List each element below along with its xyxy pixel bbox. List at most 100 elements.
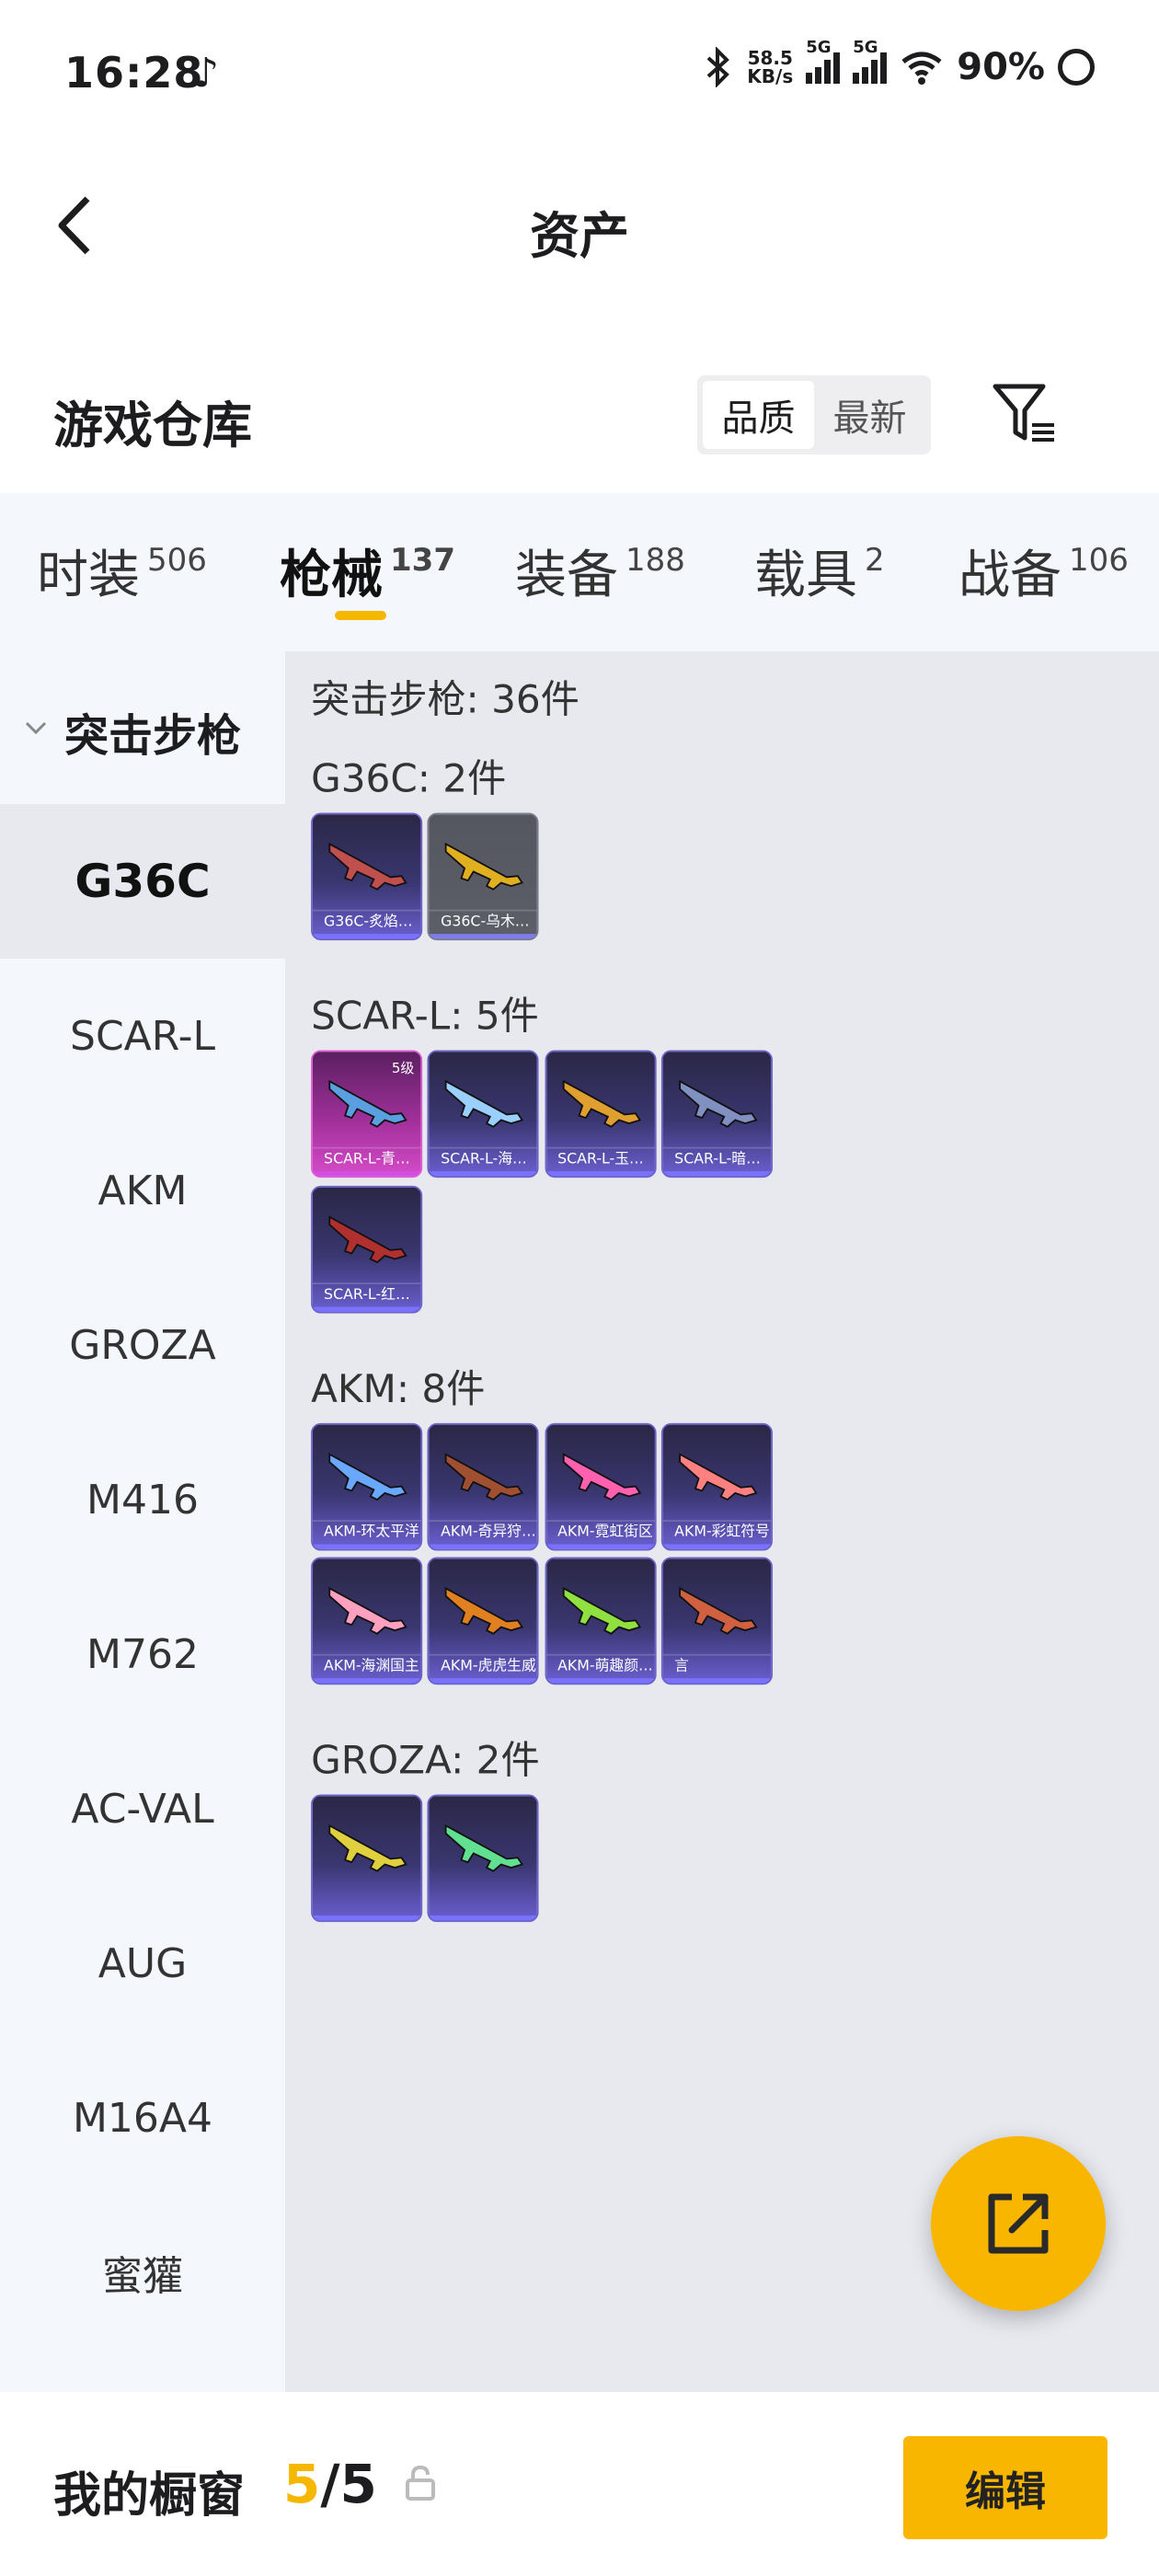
rifle-icon <box>562 1452 641 1501</box>
tab-firearms[interactable]: 枪械 137 <box>280 534 455 608</box>
tab-count: 106 <box>1069 542 1129 579</box>
weapon-sidebar: 突击步枪 G36C SCAR-L AKM GROZA M416 M762 AC-… <box>0 651 285 2392</box>
group-title: GROZA: 2件 <box>311 1737 540 1784</box>
tab-equipment[interactable]: 装备 188 <box>515 534 685 608</box>
tab-fashion[interactable]: 时装 506 <box>37 534 207 608</box>
sidebar-item-m762[interactable]: M762 <box>0 1577 285 1731</box>
weapon-card[interactable]: AKM-环太平洋 <box>310 1422 423 1550</box>
tab-label: 时装 <box>37 546 140 605</box>
sidebar-item-honey-badger[interactable]: 蜜獾 <box>0 2195 285 2350</box>
tab-vehicles[interactable]: 载具 2 <box>754 534 885 608</box>
sidebar-item-groza[interactable]: GROZA <box>0 1268 285 1422</box>
rarity-bar <box>312 1305 421 1312</box>
rifle-icon <box>445 843 524 891</box>
rifle-icon <box>562 1080 641 1129</box>
share-icon <box>988 2193 1049 2254</box>
net-speed-unit: KB/s <box>747 65 794 87</box>
sidebar-item-ac-val[interactable]: AC-VAL <box>0 1731 285 1886</box>
rarity-bar <box>312 934 421 939</box>
weapon-name: SCAR-L-暗… <box>662 1147 772 1171</box>
signal-2-icon: 5G <box>853 38 888 84</box>
sidebar-item-scar-l[interactable]: SCAR-L <box>0 959 285 1113</box>
weapon-card[interactable] <box>428 1794 540 1923</box>
sort-toggle: 品质 最新 <box>697 375 931 454</box>
rarity-bar <box>662 1171 772 1178</box>
filter-icon[interactable] <box>990 379 1058 447</box>
rarity-bar <box>545 1677 655 1684</box>
active-tab-indicator <box>335 611 386 620</box>
rarity-bar <box>429 1915 538 1921</box>
tab-label: 战备 <box>958 546 1061 605</box>
rarity-bar <box>312 1915 421 1921</box>
weapon-card[interactable]: 言 <box>661 1557 774 1685</box>
rarity-bar <box>545 1543 655 1549</box>
sim2-label: 5G <box>853 38 878 57</box>
lock-icon <box>406 2465 435 2501</box>
wifi-icon <box>901 52 942 85</box>
tab-count: 188 <box>625 542 685 579</box>
net-speed: 58.5 KB/s <box>747 49 793 86</box>
rifle-icon <box>445 1452 524 1501</box>
weapon-card[interactable]: AKM-虎虎生威 <box>428 1557 540 1685</box>
weapon-card[interactable]: SCAR-L-暗… <box>661 1051 774 1179</box>
weapon-card[interactable]: SCAR-L-海… <box>428 1051 540 1179</box>
rifle-icon <box>679 1586 758 1635</box>
status-icons: 58.5 KB/s 5G 5G 90% <box>703 38 1095 88</box>
chevron-down-icon <box>25 721 47 735</box>
warehouse-title: 游戏仓库 <box>53 397 252 454</box>
share-button[interactable] <box>931 2136 1106 2311</box>
sort-quality-button[interactable]: 品质 <box>703 381 814 449</box>
weapon-name: AKM-海渊国主 <box>312 1653 421 1678</box>
rarity-bar <box>662 1677 772 1684</box>
sidebar-item-g36c[interactable]: G36C <box>0 804 285 959</box>
tab-count: 506 <box>147 542 207 579</box>
group-title: G36C: 2件 <box>311 756 507 802</box>
weapon-name: SCAR-L-青… <box>312 1147 421 1171</box>
edit-button[interactable]: 编辑 <box>903 2436 1107 2539</box>
status-time: 16:28 <box>64 48 204 98</box>
weapon-card[interactable]: G36C-炙焰… <box>310 813 423 941</box>
status-bar: 16:28 ♪ 58.5 KB/s 5G 5G 90% <box>0 0 1159 147</box>
sim1-label: 5G <box>806 38 832 57</box>
weapon-card[interactable]: AKM-奇异狩… <box>428 1422 540 1550</box>
rifle-icon <box>328 843 407 891</box>
sidebar-item-m16a4[interactable]: M16A4 <box>0 2041 285 2195</box>
weapon-card[interactable]: AKM-彩虹符号 <box>661 1422 774 1550</box>
battery-text: 90% <box>957 46 1045 88</box>
tab-supplies[interactable]: 战备 106 <box>958 534 1129 608</box>
tab-count: 137 <box>390 542 455 579</box>
rarity-bar <box>429 1543 538 1549</box>
tab-label: 枪械 <box>280 546 383 605</box>
level-badge: 5级 <box>391 1062 415 1078</box>
sidebar-item-m416[interactable]: M416 <box>0 1422 285 1577</box>
group-title: AKM: 8件 <box>311 1365 486 1411</box>
category-summary: 突击步枪: 36件 <box>311 677 580 723</box>
weapon-card[interactable]: AKM-萌趣颜… <box>545 1557 657 1685</box>
rifle-icon <box>679 1452 758 1501</box>
sidebar-item-aug[interactable]: AUG <box>0 1886 285 2041</box>
page-title: 资产 <box>530 207 629 265</box>
weapon-card[interactable]: SCAR-L-玉… <box>545 1051 657 1179</box>
weapon-card[interactable]: G36C-乌木… <box>428 813 540 941</box>
rifle-icon <box>328 1586 407 1635</box>
weapon-card[interactable]: AKM-霓虹街区 <box>545 1422 657 1550</box>
weapon-name: 言 <box>662 1653 772 1678</box>
showcase-bar: 我的橱窗 5/5 编辑 <box>0 2392 1159 2576</box>
rarity-bar <box>662 1543 772 1549</box>
sidebar-category-header[interactable]: 突击步枪 <box>0 651 285 804</box>
weapon-card[interactable]: AKM-海渊国主 <box>310 1557 423 1685</box>
net-speed-value: 58.5 <box>747 47 793 69</box>
weapon-name: SCAR-L-玉… <box>545 1147 655 1171</box>
showcase-label: 我的橱窗 <box>53 2468 246 2524</box>
tab-label: 装备 <box>515 546 618 605</box>
bluetooth-icon <box>706 47 730 87</box>
weapon-card[interactable]: SCAR-L-红… <box>310 1185 423 1313</box>
sidebar-item-akm[interactable]: AKM <box>0 1113 285 1268</box>
group-title: SCAR-L: 5件 <box>311 994 539 1040</box>
weapon-card[interactable]: 5级 SCAR-L-青… <box>310 1051 423 1179</box>
tab-count: 2 <box>865 542 885 579</box>
rifle-icon <box>328 1452 407 1501</box>
weapon-name: AKM-萌趣颜… <box>545 1653 655 1678</box>
weapon-card[interactable] <box>310 1794 423 1923</box>
sort-newest-button[interactable]: 最新 <box>814 381 925 449</box>
